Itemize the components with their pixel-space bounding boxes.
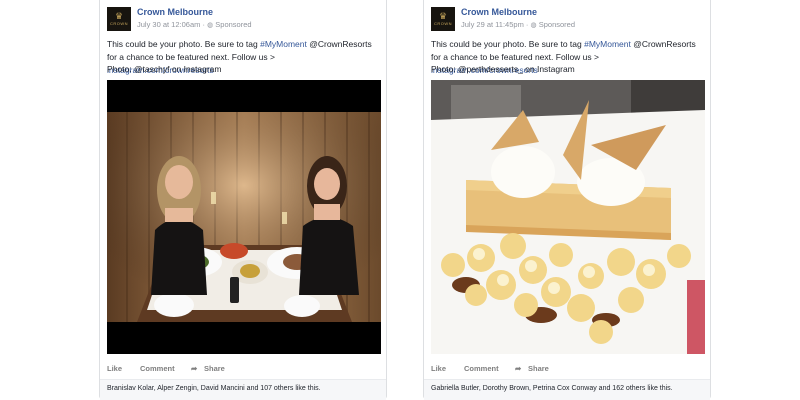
share-arrow-icon: ➦	[191, 364, 198, 373]
post-date[interactable]: July 29 at 11:45pm	[461, 20, 524, 29]
likes-bar: Gabriella Butler, Dorothy Brown, Petrina…	[424, 379, 710, 400]
logo-wordmark: CROWN	[433, 20, 453, 26]
like-button[interactable]: Like	[107, 364, 122, 373]
photo-credit: Photo: @perthdesserts_ on Instagram	[431, 64, 575, 74]
comment-button[interactable]: Comment	[464, 364, 499, 373]
like-button[interactable]: Like	[431, 364, 446, 373]
feed-post: ♛ CROWN Crown Melbourne July 29 at 11:45…	[423, 0, 711, 400]
share-button[interactable]: Share	[204, 364, 225, 373]
post-date[interactable]: July 30 at 12:06am	[137, 20, 200, 29]
photo-credit: Photo: @taschyf on Instagram	[107, 64, 222, 74]
post-photo[interactable]	[431, 80, 705, 354]
logo-wordmark: CROWN	[109, 20, 129, 26]
post-header: ♛ CROWN Crown Melbourne July 30 at 12:06…	[107, 7, 377, 33]
crown-icon: ♛	[114, 10, 124, 21]
share-arrow-icon: ➦	[515, 364, 522, 373]
comment-button[interactable]: Comment	[140, 364, 175, 373]
page-avatar[interactable]: ♛ CROWN	[107, 7, 131, 31]
page-name-link[interactable]: Crown Melbourne	[461, 7, 537, 17]
page-avatar[interactable]: ♛ CROWN	[431, 7, 455, 31]
post-text-part: This could be your photo. Be sure to tag	[431, 39, 585, 49]
likes-summary[interactable]: Gabriella Butler, Dorothy Brown, Petrina…	[431, 385, 673, 392]
globe-icon: ◍	[207, 22, 214, 29]
post-text-part: This could be your photo. Be sure to tag	[107, 39, 261, 49]
likes-bar: Branislav Kolar, Alper Zengin, David Man…	[100, 379, 386, 400]
sponsored-label[interactable]: Sponsored	[539, 20, 575, 29]
post-meta: July 29 at 11:45pm · ◍ Sponsored	[461, 20, 575, 29]
page-name-link[interactable]: Crown Melbourne	[137, 7, 213, 17]
post-header: ♛ CROWN Crown Melbourne July 29 at 11:45…	[431, 7, 701, 33]
post-photo[interactable]	[107, 80, 381, 354]
likes-summary[interactable]: Branislav Kolar, Alper Zengin, David Man…	[107, 385, 321, 392]
hashtag-link[interactable]: #MyMoment	[584, 39, 631, 49]
sponsored-label[interactable]: Sponsored	[215, 20, 251, 29]
post-meta: July 30 at 12:06am · ◍ Sponsored	[137, 20, 252, 29]
dinner-photo-image	[107, 80, 381, 354]
globe-icon: ◍	[530, 22, 537, 29]
dessert-photo-image	[431, 80, 705, 354]
share-button[interactable]: Share	[528, 364, 549, 373]
crown-icon: ♛	[438, 10, 448, 21]
hashtag-link[interactable]: #MyMoment	[260, 39, 307, 49]
feed-post: ♛ CROWN Crown Melbourne July 30 at 12:06…	[99, 0, 387, 400]
